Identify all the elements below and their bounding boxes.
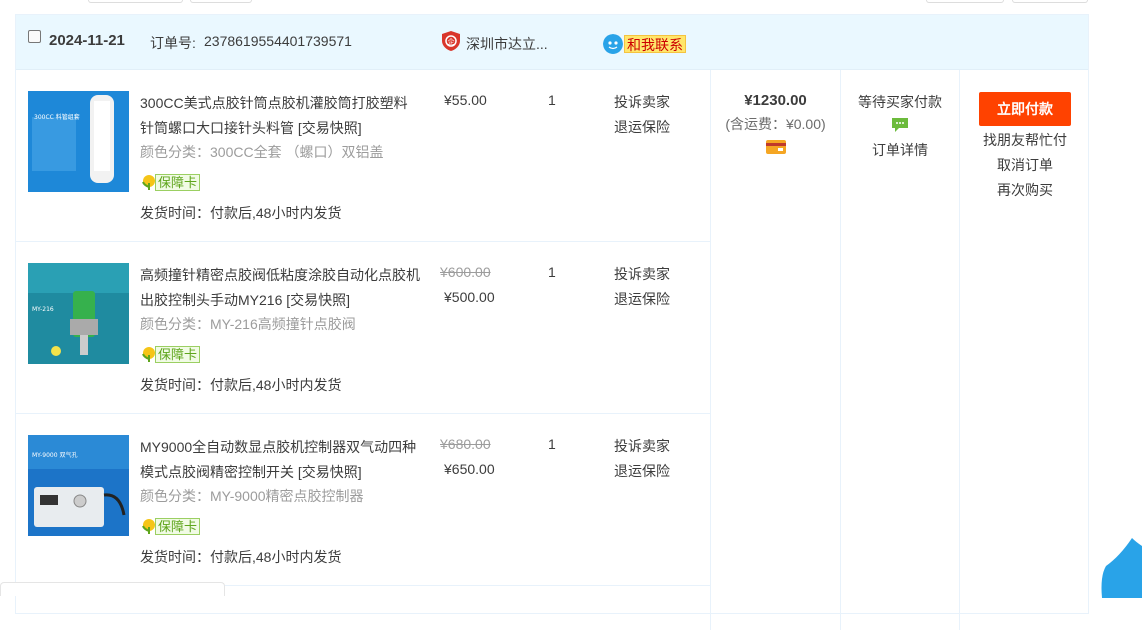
shop-shield-icon: 企 — [442, 31, 460, 51]
order-items: 300CC 料管组套 300CC美式点胶针筒点胶机灌胶筒打胶塑料针筒螺口大口接针… — [16, 70, 710, 586]
return-insurance-link[interactable]: 退运保险 — [614, 117, 670, 137]
shop-name-link[interactable]: 深圳市达立... — [466, 34, 548, 54]
order-status: 等待买家付款 — [858, 94, 942, 110]
pay-now-button[interactable]: 立即付款 — [979, 92, 1071, 126]
ship-time: 发货时间：付款后,48小时内发货 — [140, 205, 342, 221]
item-quantity: 1 — [548, 264, 556, 280]
item-spec: 颜色分类：MY-9000精密点胶控制器 — [140, 488, 364, 504]
ship-time: 发货时间：付款后,48小时内发货 — [140, 549, 342, 565]
floating-service-icon[interactable] — [1100, 538, 1142, 598]
complain-seller-link[interactable]: 投诉卖家 — [614, 264, 670, 284]
order-item: 300CC 料管组套 300CC美式点胶针筒点胶机灌胶筒打胶塑料针筒螺口大口接针… — [16, 70, 710, 242]
item-title: 高频撞针精密点胶阀低粘度涂胶自动化点胶机出胶控制头手动MY216 — [140, 267, 420, 308]
item-title-link[interactable]: MY9000全自动数显点胶机控制器双气动四种模式点胶阀精密控制开关 [交易快照] — [140, 435, 420, 485]
item-spec: 颜色分类：300CC全套 （螺口）双铝盖 — [140, 144, 384, 160]
order-actions-column: 立即付款 找朋友帮忙付 取消订单 再次购买 — [959, 70, 1090, 630]
message-icon[interactable] — [891, 117, 909, 133]
top-tab-fragment — [1012, 0, 1088, 3]
item-title: 300CC美式点胶针筒点胶机灌胶筒打胶塑料针筒螺口大口接针头料管 — [140, 95, 408, 136]
item-price: ¥500.00 — [444, 289, 495, 305]
item-price: ¥650.00 — [444, 461, 495, 477]
product-thumbnail[interactable]: MY-216 — [28, 263, 129, 364]
bottom-panel-fragment — [0, 582, 225, 596]
thumb-text: MY-216 — [32, 306, 54, 313]
order-header: 2024-11-21 订单号: 2378619554401739571 企 深圳… — [16, 15, 1088, 70]
item-quantity: 1 — [548, 436, 556, 452]
thumb-text: 300CC 料管组套 — [34, 113, 80, 121]
item-original-price: ¥600.00 — [440, 264, 491, 280]
guarantee-card-label: 保障卡 — [155, 518, 201, 535]
order-total: ¥1230.00 — [744, 92, 807, 109]
chat-bubble-icon — [603, 34, 623, 54]
guarantee-card-label: 保障卡 — [155, 346, 201, 363]
contact-seller-label: 和我联系 — [624, 35, 686, 53]
item-quantity: 1 — [548, 92, 556, 108]
order-item: MY-9000 双气孔 MY9000全自动数显点胶机控制器双气动四种模式点胶阀精… — [16, 414, 710, 586]
item-title-link[interactable]: 300CC美式点胶针筒点胶机灌胶筒打胶塑料针筒螺口大口接针头料管 [交易快照] — [140, 91, 420, 141]
card-icon[interactable] — [765, 140, 786, 154]
top-tab-fragment — [190, 0, 252, 3]
order-total-column: ¥1230.00 (含运费：¥0.00) — [710, 70, 840, 630]
buy-again-link[interactable]: 再次购买 — [960, 180, 1090, 201]
guarantee-card-label: 保障卡 — [155, 174, 201, 191]
snapshot-link[interactable]: [交易快照] — [298, 464, 362, 480]
ship-time: 发货时间：付款后,48小时内发货 — [140, 377, 342, 393]
item-title: MY9000全自动数显点胶机控制器双气动四种模式点胶阀精密控制开关 — [140, 439, 417, 480]
top-tab-fragment — [88, 0, 183, 3]
snapshot-link[interactable]: [交易快照] — [298, 120, 362, 136]
ask-friend-pay-link[interactable]: 找朋友帮忙付 — [960, 130, 1090, 151]
complain-seller-link[interactable]: 投诉卖家 — [614, 436, 670, 456]
order-number: 2378619554401739571 — [204, 33, 352, 49]
order-detail-link[interactable]: 订单详情 — [841, 140, 959, 160]
shipping-fee: (含运费：¥0.00) — [725, 116, 826, 132]
return-insurance-link[interactable]: 退运保险 — [614, 289, 670, 309]
order-status-column: 等待买家付款 订单详情 — [840, 70, 959, 630]
item-price: ¥55.00 — [444, 92, 487, 108]
order-card: 2024-11-21 订单号: 2378619554401739571 企 深圳… — [15, 14, 1089, 630]
top-tab-fragment — [926, 0, 1004, 3]
cancel-order-link[interactable]: 取消订单 — [960, 155, 1090, 176]
order-date: 2024-11-21 — [49, 32, 125, 49]
complain-seller-link[interactable]: 投诉卖家 — [614, 92, 670, 112]
svg-text:企: 企 — [448, 37, 455, 46]
order-item: MY-216 高频撞针精密点胶阀低粘度涂胶自动化点胶机出胶控制头手动MY216 … — [16, 242, 710, 414]
item-original-price: ¥680.00 — [440, 436, 491, 452]
snapshot-link[interactable]: [交易快照] — [286, 292, 350, 308]
product-thumbnail[interactable]: 300CC 料管组套 — [28, 91, 129, 192]
item-spec: 颜色分类：MY-216高频撞针点胶阀 — [140, 316, 356, 332]
order-number-label: 订单号: — [150, 35, 196, 51]
order-checkbox[interactable] — [28, 30, 41, 43]
item-title-link[interactable]: 高频撞针精密点胶阀低粘度涂胶自动化点胶机出胶控制头手动MY216 [交易快照] — [140, 263, 420, 313]
thumb-text: MY-9000 双气孔 — [32, 451, 77, 459]
return-insurance-link[interactable]: 退运保险 — [614, 461, 670, 481]
product-thumbnail[interactable]: MY-9000 双气孔 — [28, 435, 129, 536]
